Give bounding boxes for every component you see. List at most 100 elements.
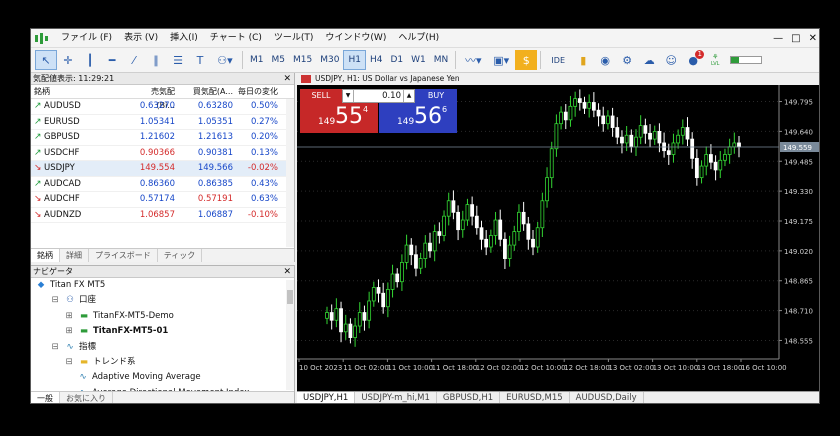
menu-chart[interactable]: チャート (C) (204, 29, 268, 47)
timeframe-m5[interactable]: M5 (268, 50, 290, 70)
candle-body (418, 258, 423, 269)
maximize-button[interactable]: □ (791, 33, 800, 44)
candle-body (549, 148, 554, 179)
tab-price-board[interactable]: プライスボード (89, 249, 158, 262)
column-change[interactable]: 毎日の変化 (235, 85, 281, 98)
indicators-menu-icon[interactable]: 〰▾ (459, 50, 487, 70)
table-row[interactable]: ↗ EURUSD 1.05341 1.05351 0.27% (31, 115, 294, 130)
chart-tab-usdjpy-m1[interactable]: USDJPY-m_hi,M1 (355, 392, 437, 403)
timeframe-w1[interactable]: W1 (407, 50, 430, 70)
y-tick-label: 149.795 (784, 99, 813, 107)
menu-tools[interactable]: ツール(T) (268, 29, 320, 47)
lot-decrease-icon[interactable]: ▼ (343, 90, 354, 102)
toolbar-separator (242, 51, 243, 69)
trendline-tool-icon[interactable]: ⁄ (123, 50, 145, 70)
tree-item[interactable]: ⊟ ∿ 指標 (31, 340, 294, 355)
table-row[interactable]: ↘ AUDCHF 0.57174 0.57191 0.63% (31, 192, 294, 208)
table-row[interactable]: ↗ AUDCAD 0.86360 0.86385 0.43% (31, 177, 294, 192)
chart-tab-usdjpy-h1[interactable]: USDJPY,H1 (297, 392, 356, 403)
menu-help[interactable]: ヘルプ(H) (392, 29, 445, 47)
table-row[interactable]: ↘ AUDNZD 1.06857 1.06887 -0.10% (31, 208, 294, 223)
candle-body (643, 125, 648, 134)
tree-item[interactable]: ⊟ ▬ トレンド系 (31, 355, 294, 370)
community-icon[interactable]: ☺ (660, 50, 682, 70)
column-bid[interactable]: 売気配(Bi... (133, 85, 177, 110)
bid-cell: 1.06857 (139, 209, 175, 220)
bid-cell: 1.05341 (139, 116, 175, 127)
expander-icon[interactable]: ⊟ (49, 340, 61, 355)
cursor-tool-icon[interactable]: ↖ (35, 50, 57, 70)
expander-icon[interactable]: ⊞ (63, 324, 75, 339)
timeframe-m15[interactable]: M15 (289, 50, 316, 70)
tab-general[interactable]: 一般 (31, 392, 60, 403)
table-row[interactable]: ↗ AUDUSD 0.63270 0.63280 0.50% (31, 99, 294, 115)
candle-body (737, 142, 741, 148)
lot-increase-icon[interactable]: ▲ (403, 90, 414, 102)
tree-item[interactable]: ◆ Titan FX MT5 (31, 278, 294, 293)
candle-body (325, 312, 329, 319)
menu-view[interactable]: 表示 (V) (118, 29, 164, 47)
level-icon[interactable]: ⚘ LVL (704, 50, 726, 70)
chart-tab-eurusd-m15[interactable]: EURUSD,M15 (500, 392, 570, 403)
y-tick-label: 149.485 (784, 158, 813, 166)
minimize-button[interactable]: — (773, 33, 783, 44)
menu-file[interactable]: ファイル (F) (55, 29, 118, 47)
table-row[interactable]: ↘ USDJPY 149.554 149.566 -0.02% (31, 161, 294, 177)
ide-button[interactable]: IDE (544, 50, 572, 70)
tab-details[interactable]: 詳細 (60, 249, 89, 262)
sell-price-prefix: 149 (318, 117, 336, 127)
navigator-scrollbar[interactable] (286, 280, 294, 390)
fibonacci-tool-icon[interactable]: ☰ (167, 50, 189, 70)
close-icon[interactable]: ✕ (283, 266, 291, 278)
channel-tool-icon[interactable]: ∥ (145, 50, 167, 70)
tree-item[interactable]: ⊟ ⚇ 口座 (31, 293, 294, 308)
vps-icon[interactable]: ⚙ (616, 50, 638, 70)
expander-icon[interactable]: ⊟ (49, 293, 61, 308)
tab-favorites[interactable]: お気に入り (60, 392, 113, 403)
vertical-line-tool-icon[interactable]: ┃ (79, 50, 101, 70)
timeframe-mn[interactable]: MN (430, 50, 453, 70)
tree-item[interactable]: ∿ Adaptive Moving Average (31, 370, 294, 385)
candle-body (423, 242, 428, 259)
menu-window[interactable]: ウインドウ(W) (319, 29, 392, 47)
tab-symbols[interactable]: 銘柄 (31, 249, 60, 262)
close-icon[interactable]: ✕ (283, 73, 291, 85)
level-progress (730, 56, 763, 64)
tree-item[interactable]: ⊞ ▬ TitanFX-MT5-01 (31, 324, 294, 339)
table-row[interactable]: ↗ GBPUSD 1.21602 1.21613 0.20% (31, 130, 294, 146)
text-tool-icon[interactable]: T (189, 50, 211, 70)
sell-button[interactable]: SELL (300, 89, 342, 103)
lot-size-input[interactable]: ▼ 0.10 ▲ (342, 89, 415, 103)
lock-icon[interactable]: ▮ (572, 50, 594, 70)
market-watch-scrollbar[interactable] (286, 99, 294, 247)
chart-window[interactable]: USDJPY, H1: US Dollar vs Japanese Yen 14… (297, 73, 819, 403)
column-symbol[interactable]: 銘柄 (31, 85, 133, 98)
timeframe-h4[interactable]: H4 (366, 50, 387, 70)
tab-ticks[interactable]: ティック (158, 249, 203, 262)
tree-item[interactable]: ⊞ ▬ TitanFX-MT5-Demo (31, 309, 294, 324)
shapes-tool-icon[interactable]: ⚇▾ (211, 50, 239, 70)
notifications-icon[interactable]: ● 1 (682, 50, 705, 70)
expander-icon[interactable]: ⊞ (63, 309, 75, 324)
column-ask[interactable]: 買気配(A... (177, 85, 235, 98)
chart-tab-audusd-daily[interactable]: AUDUSD,Daily (570, 392, 644, 403)
cloud-icon[interactable]: ☁ (638, 50, 660, 70)
table-row[interactable]: ↗ USDCHF 0.90366 0.90381 0.13% (31, 146, 294, 161)
crosshair-tool-icon[interactable]: ✛ (57, 50, 79, 70)
buy-button[interactable]: BUY (415, 89, 457, 103)
timeframe-m30[interactable]: M30 (316, 50, 343, 70)
timeframe-d1[interactable]: D1 (386, 50, 407, 70)
signals-icon[interactable]: ◉ (594, 50, 616, 70)
candle-body (493, 219, 498, 236)
templates-menu-icon[interactable]: ▣▾ (487, 50, 515, 70)
expander-icon[interactable]: ⊟ (63, 355, 75, 370)
market-icon[interactable]: $ (515, 50, 538, 70)
timeframe-h1[interactable]: H1 (343, 50, 366, 70)
timeframe-m1[interactable]: M1 (246, 50, 268, 70)
horizontal-line-tool-icon[interactable]: ━ (101, 50, 123, 70)
sell-price-button[interactable]: 149 55 4 (300, 103, 378, 133)
buy-price-button[interactable]: 149 56 6 (379, 103, 457, 133)
chart-tab-gbpusd-h1[interactable]: GBPUSD,H1 (437, 392, 501, 403)
menu-insert[interactable]: 挿入(I) (164, 29, 204, 47)
close-button[interactable]: ✕ (809, 33, 817, 44)
